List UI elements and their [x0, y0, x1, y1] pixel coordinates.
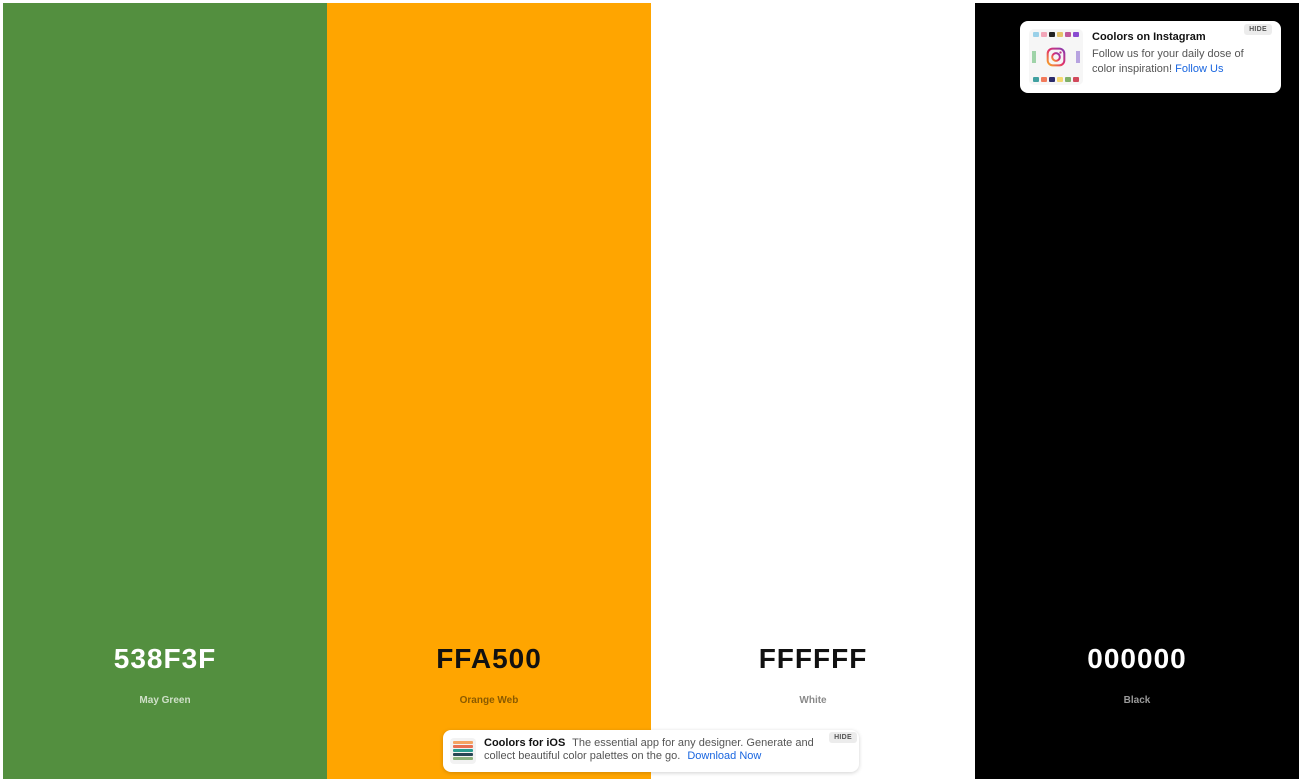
swatch-hex[interactable]: 000000: [975, 643, 1299, 675]
ios-app-banner: Coolors for iOS The essential app for an…: [443, 730, 859, 772]
ios-banner-title: Coolors for iOS: [484, 737, 566, 749]
swatch-name: Black: [1123, 695, 1151, 706]
instagram-icon: [1046, 47, 1066, 67]
swatch-black[interactable]: 000000 Black: [975, 3, 1299, 779]
instagram-thumbnail: [1029, 29, 1083, 85]
hide-ios-banner-button[interactable]: HIDE: [829, 732, 857, 743]
download-now-link[interactable]: Download Now: [687, 750, 761, 762]
swatch-hex[interactable]: FFA500: [327, 643, 651, 675]
swatch-name: White: [799, 695, 827, 706]
ios-banner-text: Coolors for iOS The essential app for an…: [484, 737, 824, 763]
follow-us-link[interactable]: Follow Us: [1175, 63, 1223, 75]
palette: 538F3F May Green FFA500 Orange Web FFFFF…: [3, 3, 1299, 779]
swatch-hex[interactable]: FFFFFF: [651, 643, 975, 675]
swatch-name: May Green: [139, 695, 191, 706]
swatch-name: Orange Web: [459, 695, 519, 706]
hide-instagram-button[interactable]: HIDE: [1244, 24, 1272, 35]
instagram-card: Coolors on Instagram Follow us for your …: [1020, 21, 1281, 93]
swatch-may-green[interactable]: 538F3F May Green: [3, 3, 327, 779]
swatch-hex[interactable]: 538F3F: [3, 643, 327, 675]
instagram-card-text: Follow us for your daily dose of color i…: [1092, 47, 1264, 77]
app-icon: [450, 738, 476, 764]
swatch-orange-web[interactable]: FFA500 Orange Web: [327, 3, 651, 779]
instagram-card-title: Coolors on Instagram: [1092, 31, 1206, 43]
swatch-white[interactable]: FFFFFF White: [651, 3, 975, 779]
